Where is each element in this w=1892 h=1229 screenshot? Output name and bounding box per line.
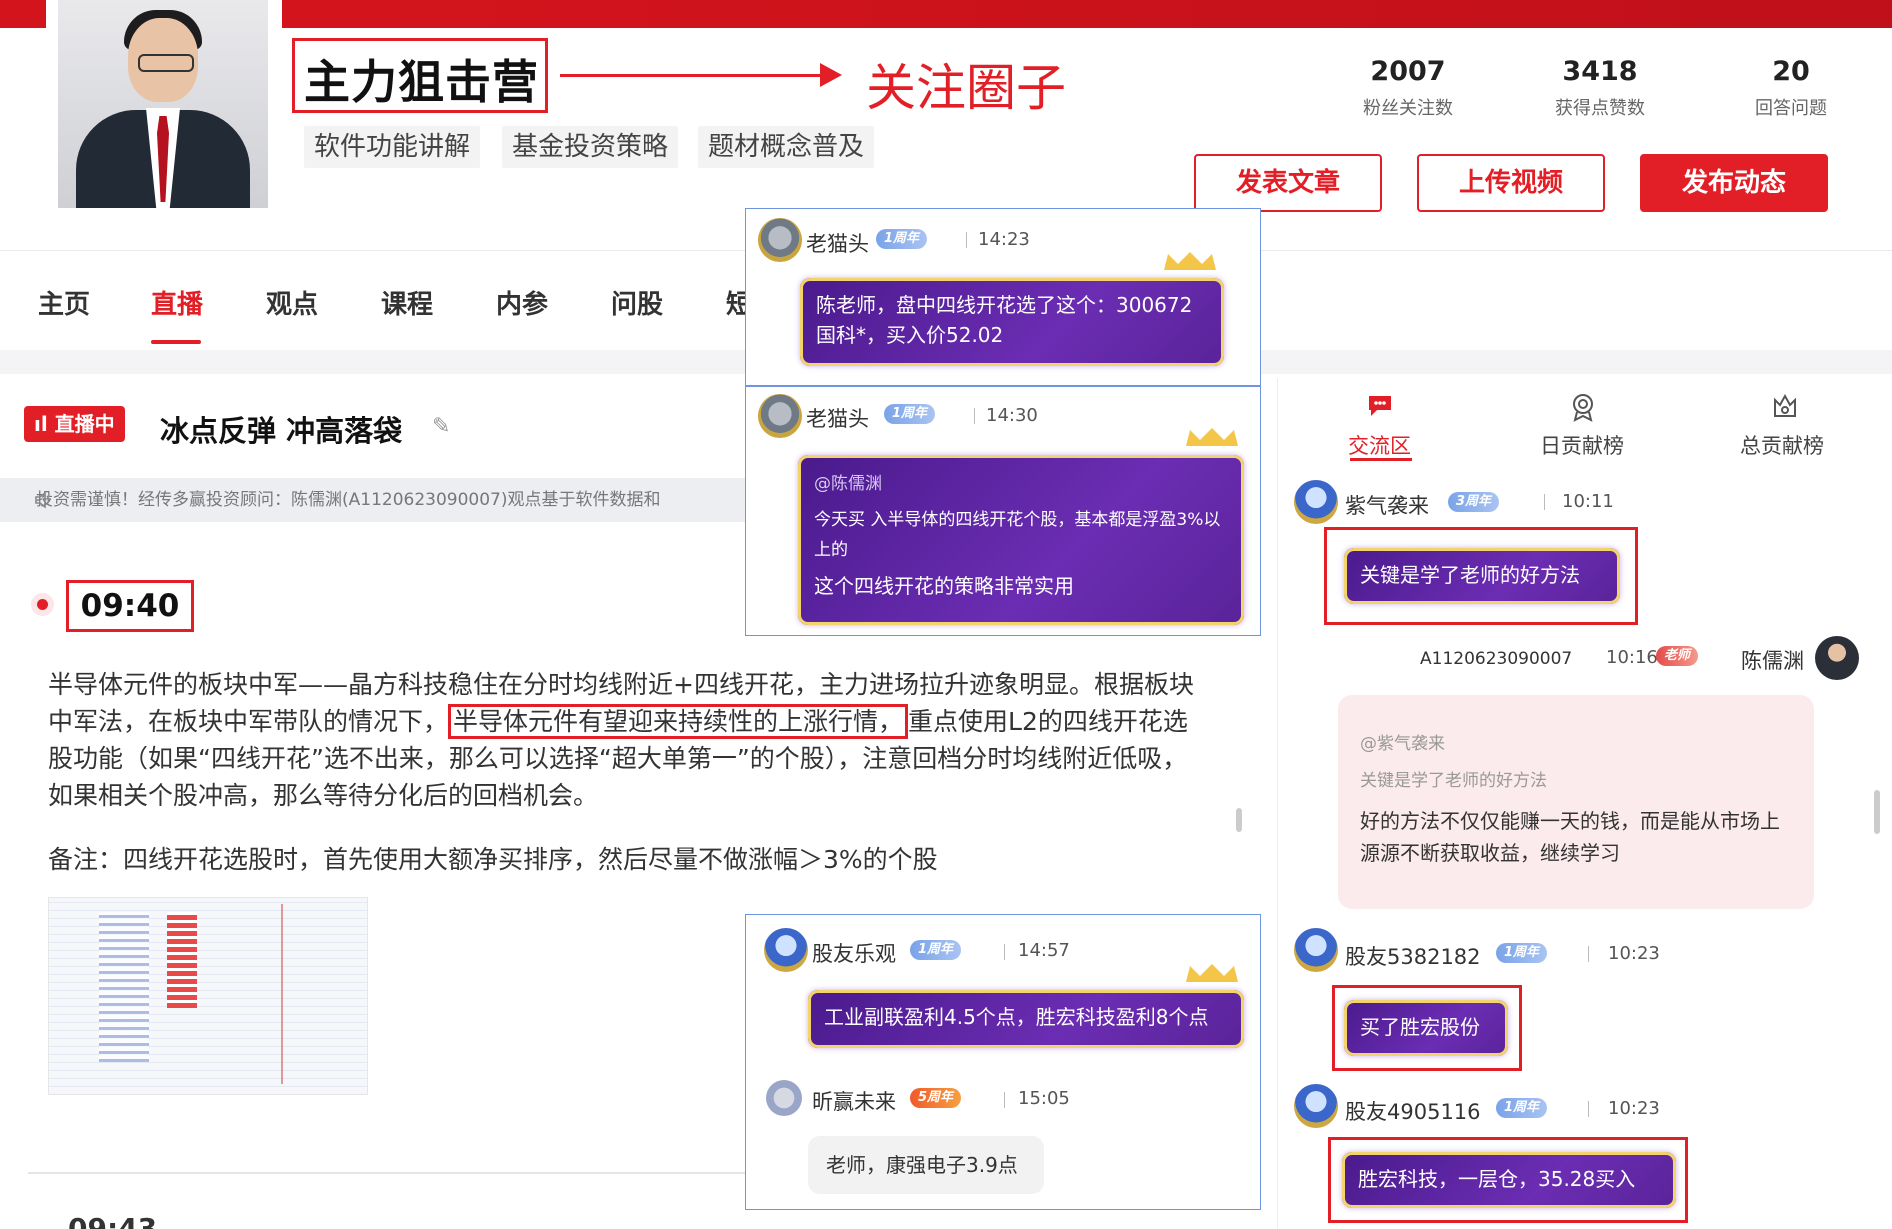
chat-username[interactable]: 老猫头 <box>806 228 869 258</box>
live-status-badge: ıl 直播中 <box>24 406 125 442</box>
teacher-reply-bubble: @紫气袭来 关键是学了老师的好方法 好的方法不仅仅能赚一天的钱，而是能从市场上源… <box>1338 695 1814 909</box>
tag-concept[interactable]: 题材概念普及 <box>698 126 875 168</box>
tab-total-rank[interactable]: 总贡献榜 <box>1740 430 1824 460</box>
avatar[interactable] <box>1294 928 1338 972</box>
avatar[interactable] <box>1815 636 1859 680</box>
chat-bubble: 买了胜宏股份 <box>1344 1000 1508 1056</box>
highlighted-sentence: 半导体元件有望迎来持续性的上涨行情， <box>448 704 909 739</box>
chat-bubble: 关键是学了老师的好方法 <box>1344 548 1620 604</box>
chat-time: 10:23 <box>1608 1098 1660 1119</box>
tab-chat[interactable]: 交流区 <box>1348 430 1411 460</box>
trophy-icon <box>1768 392 1802 422</box>
teacher-id: A1120623090007 <box>1420 649 1573 669</box>
timeline-dot <box>37 599 48 610</box>
avatar[interactable] <box>1294 1084 1338 1128</box>
chat-username[interactable]: 股友4905116 <box>1345 1096 1481 1126</box>
level-badge: 3周年 <box>1448 492 1500 512</box>
sidebar-scrollbar[interactable] <box>1874 790 1880 834</box>
stock-screenshot-thumbnail[interactable] <box>48 897 368 1095</box>
level-badge: 5周年 <box>910 1088 962 1108</box>
stat-likes-label: 获得点赞数 <box>1555 98 1645 119</box>
chat-username[interactable]: 股友乐观 <box>812 938 896 968</box>
chat-time: 14:30 <box>986 405 1038 426</box>
post-note: 备注：四线开花选股时，首先使用大额净买排序，然后尽量不做涨幅＞3%的个股 <box>48 845 938 874</box>
level-badge: 1周年 <box>884 404 936 424</box>
avatar[interactable] <box>758 218 802 262</box>
avatar[interactable] <box>1294 480 1338 524</box>
chat-time: 14:57 <box>1018 940 1070 961</box>
chat-time: 10:16 <box>1606 647 1658 668</box>
post-divider <box>28 1172 770 1174</box>
chat-time: 10:23 <box>1608 943 1660 964</box>
chat-username[interactable]: 陈儒渊 <box>1741 645 1804 675</box>
sidebar-tab-indicator <box>1350 458 1412 461</box>
avatar[interactable] <box>758 394 802 438</box>
circle-title: 主力狙击营 <box>304 55 539 109</box>
profile-avatar[interactable] <box>58 0 268 208</box>
nav-views[interactable]: 观点 <box>266 284 318 321</box>
stat-answers-label: 回答问题 <box>1755 98 1827 119</box>
live-title: 冰点反弹 冲高落袋 <box>160 414 403 448</box>
nav-home[interactable]: 主页 <box>38 284 90 321</box>
header-banner <box>282 0 1892 28</box>
speaker-icon <box>35 491 50 509</box>
avatar[interactable] <box>764 928 808 972</box>
level-badge: 1周年 <box>1496 1098 1548 1118</box>
tag-software[interactable]: 软件功能讲解 <box>304 126 481 168</box>
stat-likes-value: 3418 <box>1562 56 1638 87</box>
crown-decoration-icon <box>1186 428 1238 446</box>
annotation-arrow-head <box>820 63 842 87</box>
post-update-button[interactable]: 发布动态 <box>1640 154 1828 212</box>
chat-time: 10:11 <box>1562 491 1614 512</box>
post-time: 09:40 <box>66 580 194 632</box>
stat-fans-value: 2007 <box>1370 56 1446 87</box>
chat-bubble: 老师，康强电子3.9点 <box>808 1136 1044 1194</box>
avatar[interactable] <box>766 1080 802 1116</box>
tag-fund[interactable]: 基金投资策略 <box>502 126 679 168</box>
chat-bubble-icon <box>1363 392 1397 422</box>
upload-video-button[interactable]: 上传视频 <box>1417 154 1605 212</box>
post-body: 半导体元件的板块中军——晶方科技稳住在分时均线附近+四线开花，主力进场拉升迹象明… <box>48 670 1194 810</box>
chat-bubble: 陈老师，盘中四线开花选了这个：300672 国科*，买入价52.02 <box>800 278 1224 366</box>
annotation-arrow <box>560 74 824 77</box>
publish-article-button[interactable]: 发表文章 <box>1194 154 1382 212</box>
edit-pencil-icon[interactable]: ✎ <box>432 414 450 439</box>
level-badge: 1周年 <box>1496 943 1548 963</box>
tab-daily-rank[interactable]: 日贡献榜 <box>1540 430 1624 460</box>
follow-circle-annotation: 关注圈子 <box>866 59 1066 117</box>
chat-username[interactable]: 股友5382182 <box>1345 941 1481 971</box>
header-stripe-left <box>0 0 46 28</box>
nav-active-indicator <box>151 340 201 344</box>
level-badge: 1周年 <box>876 229 928 249</box>
crown-decoration-icon <box>1186 964 1238 982</box>
stat-fans-label: 粉丝关注数 <box>1363 98 1453 119</box>
crown-decoration-icon <box>1164 252 1216 270</box>
nav-ask-stock[interactable]: 问股 <box>611 284 663 321</box>
nav-live[interactable]: 直播 <box>151 284 203 321</box>
chat-username[interactable]: 紫气袭来 <box>1345 490 1429 520</box>
risk-notice-bar: 投资需谨慎！经传多赢投资顾问：陈儒渊(A1120623090007)观点基于软件… <box>0 478 760 522</box>
nav-courses[interactable]: 课程 <box>381 284 433 321</box>
chat-bubble: 胜宏科技，一层仓，35.28买入 <box>1342 1152 1676 1208</box>
chat-username[interactable]: 老猫头 <box>806 403 869 433</box>
level-badge: 1周年 <box>910 940 962 960</box>
chat-time: 15:05 <box>1018 1088 1070 1109</box>
next-post-time: 09:43 <box>68 1212 158 1229</box>
medal-icon <box>1566 392 1600 422</box>
chat-username[interactable]: 昕赢未来 <box>812 1086 896 1116</box>
chat-time: 14:23 <box>978 229 1030 250</box>
nav-reference[interactable]: 内参 <box>496 284 548 321</box>
teacher-badge: 老师 <box>1656 646 1699 666</box>
chat-bubble: 工业副联盈利4.5个点，胜宏科技盈利8个点 <box>808 990 1244 1048</box>
chat-bubble: @陈儒渊 今天买 入半导体的四线开花个股，基本都是浮盈3%以上的 这个四线开花的… <box>798 455 1244 625</box>
stat-answers-value: 20 <box>1772 56 1810 87</box>
content-scrollbar[interactable] <box>1236 808 1242 832</box>
